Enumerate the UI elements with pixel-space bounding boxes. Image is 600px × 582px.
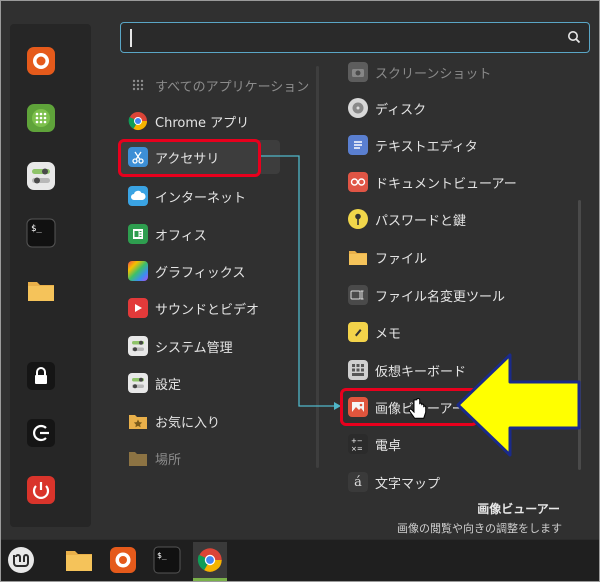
svg-text:$_: $_ xyxy=(157,551,167,560)
terminal-icon[interactable]: $_ xyxy=(152,545,182,575)
mint-menu-icon[interactable] xyxy=(6,545,36,575)
pointer-arrow-annotation xyxy=(456,353,581,457)
firefox-icon[interactable] xyxy=(108,545,138,575)
highlight-accessories xyxy=(118,139,261,177)
mouse-cursor-icon xyxy=(408,398,427,419)
chrome-icon[interactable] xyxy=(195,545,225,575)
files-icon[interactable] xyxy=(64,545,94,575)
taskbar-active-underline xyxy=(193,578,227,581)
